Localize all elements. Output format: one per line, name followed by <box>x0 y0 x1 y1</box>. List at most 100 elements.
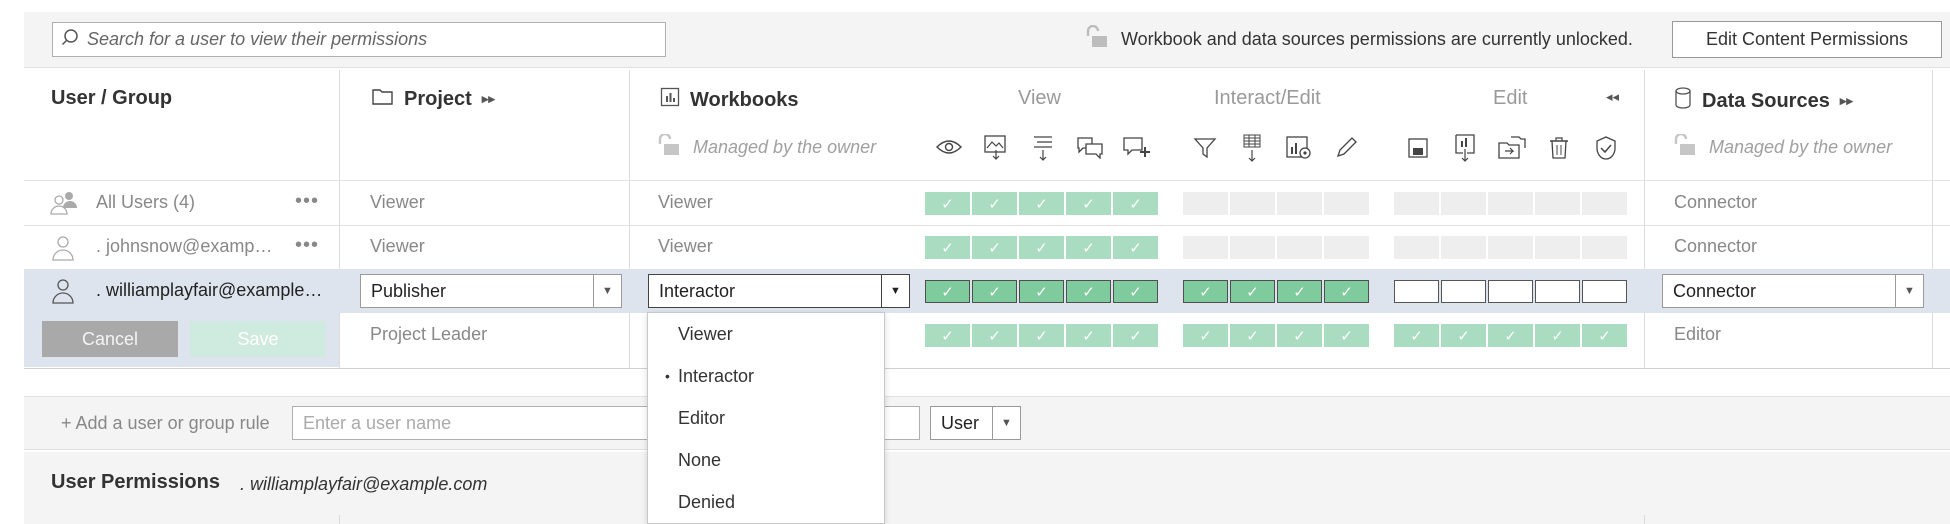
capability-unset[interactable] <box>1535 192 1580 215</box>
chevron-down-icon[interactable]: ▼ <box>593 275 621 307</box>
add-rule-label[interactable]: + Add a user or group rule <box>61 413 270 434</box>
capability-allowed[interactable]: ✓ <box>925 280 970 303</box>
capability-allowed[interactable]: ✓ <box>1230 324 1275 347</box>
eye-icon[interactable] <box>925 138 972 156</box>
capability-unset[interactable] <box>1488 236 1533 259</box>
header-project[interactable]: Project ▸▸ <box>372 87 495 111</box>
capability-unset[interactable] <box>1230 236 1275 259</box>
cancel-button[interactable]: Cancel <box>42 321 178 357</box>
capability-allowed[interactable]: ✓ <box>925 192 970 215</box>
delete-icon[interactable] <box>1535 136 1582 160</box>
capability-unset[interactable] <box>1277 192 1322 215</box>
web-edit-icon[interactable] <box>1275 135 1322 161</box>
save-button[interactable]: Save <box>190 321 326 357</box>
capability-allowed[interactable]: ✓ <box>1019 280 1064 303</box>
capability-unset[interactable] <box>1582 236 1627 259</box>
capability-allowed[interactable]: ✓ <box>1019 192 1064 215</box>
capability-allowed[interactable]: ✓ <box>1066 280 1111 303</box>
edit-content-permissions-button[interactable]: Edit Content Permissions <box>1672 21 1942 58</box>
menu-item-denied[interactable]: Denied <box>648 481 884 523</box>
more-options-icon[interactable]: ••• <box>295 234 319 257</box>
capability-unset[interactable] <box>1441 236 1486 259</box>
group-edit: Edit <box>1493 87 1528 109</box>
download-image-icon[interactable] <box>972 134 1019 160</box>
capability-allowed[interactable]: ✓ <box>925 324 970 347</box>
edit-pencil-icon[interactable] <box>1322 136 1369 160</box>
capability-allowed[interactable]: ✓ <box>1277 280 1322 303</box>
header-data-sources[interactable]: Data Sources ▸▸ <box>1674 87 1853 115</box>
menu-item-viewer[interactable]: Viewer <box>648 313 884 355</box>
move-icon[interactable] <box>1488 135 1535 161</box>
capability-allowed[interactable]: ✓ <box>1113 236 1158 259</box>
capability-unset[interactable] <box>1582 192 1627 215</box>
download-full-data-icon[interactable] <box>1228 133 1275 163</box>
capability-unset[interactable] <box>1324 192 1369 215</box>
capability-allowed[interactable]: ✓ <box>1113 280 1158 303</box>
row-user[interactable]: All Users (4) <box>96 192 195 213</box>
capability-allowed[interactable]: ✓ <box>1324 324 1369 347</box>
capability-allowed[interactable]: ✓ <box>1277 324 1322 347</box>
capability-unset[interactable] <box>1394 192 1439 215</box>
capability-allowed[interactable]: ✓ <box>1183 324 1228 347</box>
menu-item-editor[interactable]: Editor <box>648 397 884 439</box>
capability-allowed[interactable]: ✓ <box>972 192 1017 215</box>
capability-allowed[interactable]: ✓ <box>1324 280 1369 303</box>
set-permissions-icon[interactable] <box>1582 135 1629 161</box>
capability-allowed[interactable]: ✓ <box>1113 324 1158 347</box>
download-workbook-icon[interactable] <box>1441 133 1488 163</box>
capability-unset[interactable] <box>1324 236 1369 259</box>
capability-unset[interactable] <box>1441 192 1486 215</box>
row-user[interactable]: . johnsnow@examp… <box>96 236 272 257</box>
capability-unset[interactable] <box>1535 236 1580 259</box>
add-comment-icon[interactable] <box>1113 135 1160 159</box>
capability-allowed[interactable]: ✓ <box>1488 324 1533 347</box>
menu-item-interactor[interactable]: • Interactor <box>648 355 884 397</box>
filter-icon[interactable] <box>1181 136 1228 160</box>
capability-allowed[interactable]: ✓ <box>1441 324 1486 347</box>
collapse-icon[interactable]: ◂◂ <box>1606 89 1619 105</box>
rule-type-select[interactable]: User ▼ <box>930 406 1021 440</box>
capability-allowed[interactable]: ✓ <box>1535 324 1580 347</box>
capability-unspecified[interactable] <box>1582 280 1627 303</box>
capability-allowed[interactable]: ✓ <box>972 280 1017 303</box>
capability-unset[interactable] <box>1277 236 1322 259</box>
capability-allowed[interactable]: ✓ <box>972 324 1017 347</box>
capability-allowed[interactable]: ✓ <box>1230 280 1275 303</box>
capability-allowed[interactable]: ✓ <box>1183 280 1228 303</box>
row-user[interactable]: . williamplayfair@example… <box>96 280 322 301</box>
workbook-role-select[interactable]: Interactor ▼ <box>648 274 910 308</box>
capability-allowed[interactable]: ✓ <box>1066 236 1111 259</box>
capability-allowed[interactable]: ✓ <box>1019 324 1064 347</box>
capability-unspecified[interactable] <box>1441 280 1486 303</box>
capability-unset[interactable] <box>1230 192 1275 215</box>
chevron-down-icon[interactable]: ▼ <box>992 407 1020 439</box>
capability-allowed[interactable]: ✓ <box>1019 236 1064 259</box>
capability-allowed[interactable]: ✓ <box>1582 324 1627 347</box>
capability-unspecified[interactable] <box>1394 280 1439 303</box>
chevron-down-icon[interactable]: ▼ <box>1895 275 1923 307</box>
capability-unset[interactable] <box>1394 236 1439 259</box>
row-project-role: Project Leader <box>370 324 488 344</box>
expand-icon[interactable]: ▸▸ <box>1840 93 1853 109</box>
save-icon[interactable] <box>1394 136 1441 160</box>
capability-unset[interactable] <box>1183 236 1228 259</box>
data-source-role-select[interactable]: Connector ▼ <box>1662 274 1924 308</box>
capability-allowed[interactable]: ✓ <box>925 236 970 259</box>
capability-unset[interactable] <box>1488 192 1533 215</box>
chevron-down-icon[interactable]: ▼ <box>881 275 909 307</box>
project-role-select[interactable]: Publisher ▼ <box>360 274 622 308</box>
capability-allowed[interactable]: ✓ <box>1066 324 1111 347</box>
capability-allowed[interactable]: ✓ <box>1066 192 1111 215</box>
capability-unset[interactable] <box>1183 192 1228 215</box>
capability-unspecified[interactable] <box>1488 280 1533 303</box>
expand-icon[interactable]: ▸▸ <box>482 91 495 107</box>
download-summary-data-icon[interactable] <box>1019 133 1066 161</box>
view-comments-icon[interactable] <box>1066 135 1113 159</box>
capability-allowed[interactable]: ✓ <box>1394 324 1439 347</box>
capability-allowed[interactable]: ✓ <box>1113 192 1158 215</box>
capability-allowed[interactable]: ✓ <box>972 236 1017 259</box>
capability-unspecified[interactable] <box>1535 280 1580 303</box>
search-input[interactable]: Search for a user to view their permissi… <box>52 22 666 57</box>
menu-item-none[interactable]: None <box>648 439 884 481</box>
more-options-icon[interactable]: ••• <box>295 190 319 213</box>
